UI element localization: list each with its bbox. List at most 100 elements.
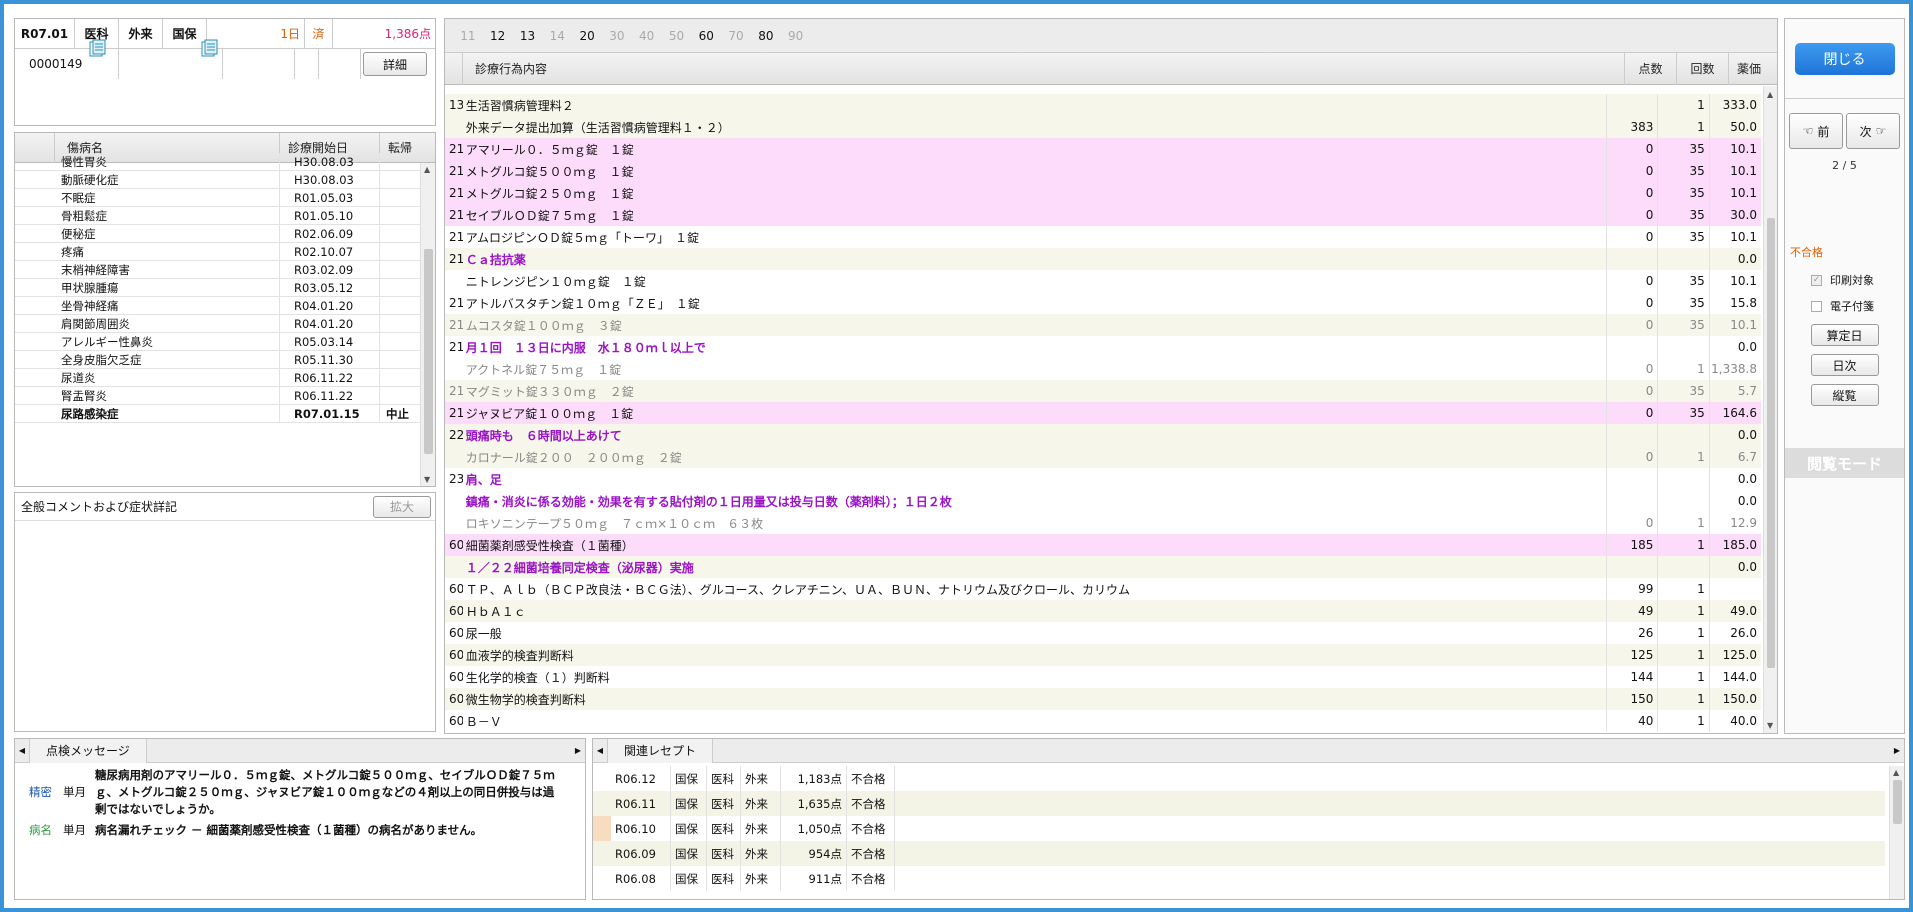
scroll-thumb[interactable]: [1893, 780, 1902, 824]
tab-scroll-right-icon[interactable]: ▶: [1890, 746, 1904, 755]
close-button[interactable]: 閉じる: [1794, 42, 1895, 75]
treatment-row[interactable]: 21 メトグルコ錠５００ｍｇ １錠 0 35 10.1: [445, 160, 1761, 182]
tab-12[interactable]: 12: [483, 29, 513, 43]
tab-messages[interactable]: 点検メッセージ: [29, 739, 147, 763]
tab-14[interactable]: 14: [542, 29, 572, 43]
tab-scroll-left-icon[interactable]: ◀: [15, 746, 29, 755]
next-button[interactable]: 次 ☞: [1846, 113, 1900, 149]
treatment-row[interactable]: 21 マグミット錠３３０ｍｇ ２錠 0 35 5.7: [445, 380, 1761, 402]
print-target-checkbox[interactable]: ✓: [1811, 274, 1822, 286]
tab-related[interactable]: 関連レセプト: [607, 739, 714, 763]
overview-button[interactable]: 縦覧: [1810, 384, 1879, 406]
tab-80[interactable]: 80: [751, 29, 781, 43]
disease-date: R06.11.22: [280, 386, 380, 405]
treatment-row[interactable]: 60 Ｂ－Ｖ 40 1 40.0: [445, 710, 1761, 732]
treatment-points: 40: [1607, 710, 1659, 732]
disease-row[interactable]: 全身皮脂欠乏症 R05.11.30: [15, 350, 420, 369]
scroll-thumb[interactable]: [1767, 218, 1775, 668]
tab-scroll-left-icon[interactable]: ◀: [593, 746, 607, 755]
disease-row[interactable]: 坐骨神経痛 R04.01.20: [15, 296, 420, 315]
disease-row[interactable]: アレルギー性鼻炎 R05.03.14: [15, 332, 420, 351]
treatment-row[interactable]: 21 アマリール０．５ｍｇ錠 １錠 0 35 10.1: [445, 138, 1761, 160]
col-count[interactable]: 回数: [1677, 52, 1729, 85]
treatment-row[interactable]: 21 ムコスタ錠１００ｍｇ ３錠 0 35 10.1: [445, 314, 1761, 336]
tab-60[interactable]: 60: [691, 29, 721, 43]
tab-20[interactable]: 20: [572, 29, 602, 43]
treatment-row[interactable]: 13 生活習慣病管理料２ 1 333.0: [445, 94, 1761, 116]
disease-row[interactable]: 尿道炎 R06.11.22: [15, 368, 420, 387]
treatment-row[interactable]: アクトネル錠７５ｍｇ １錠 0 1 1,338.8: [445, 358, 1761, 380]
scroll-up-icon[interactable]: ▲: [1767, 90, 1773, 99]
disease-row[interactable]: 不眠症 R01.05.03: [15, 188, 420, 207]
message-item[interactable]: 病名 単月 病名漏れチェック － 細菌薬剤感受性検査（１菌種）の病名がありません。: [15, 822, 585, 839]
disease-row[interactable]: 腎盂腎炎 R06.11.22: [15, 386, 420, 405]
treatment-row[interactable]: 外来データ提出加算（生活習慣病管理料１・２） 383 1 50.0: [445, 116, 1761, 138]
treatment-points: 0: [1607, 446, 1659, 468]
treatment-row[interactable]: １／２２細菌培養同定検査（泌尿器）実施 0.0: [445, 556, 1761, 578]
treatment-row[interactable]: カロナール錠２００ ２００ｍｇ ２錠 0 1 6.7: [445, 446, 1761, 468]
related-row[interactable]: R06.11 国保 医科 外来 1,635点 不合格: [593, 791, 1885, 816]
tab-50[interactable]: 50: [662, 29, 692, 43]
treatment-row[interactable]: 60 細菌薬剤感受性検査（１菌種） 185 1 185.0: [445, 534, 1761, 556]
col-treatment[interactable]: 診療行為内容: [463, 52, 1625, 85]
treatment-scrollbar[interactable]: ▲ ▼: [1763, 86, 1777, 733]
treatment-row[interactable]: 22 頭痛時も ６時間以上あけて 0.0: [445, 424, 1761, 446]
related-row[interactable]: R06.12 国保 医科 外来 1,183点 不合格: [593, 766, 1885, 791]
tab-70[interactable]: 70: [721, 29, 751, 43]
treatment-row[interactable]: 60 尿一般 26 1 26.0: [445, 622, 1761, 644]
col-price[interactable]: 薬価: [1729, 53, 1769, 85]
disease-row[interactable]: 疼痛 R02.10.07: [15, 242, 420, 261]
disease-row[interactable]: 尿路感染症 R07.01.15 中止: [15, 404, 420, 423]
treatment-row[interactable]: ニトレンジピン１０ｍｇ錠 １錠 0 35 10.1: [445, 270, 1761, 292]
treatment-row[interactable]: 60 血液学的検査判断料 125 1 125.0: [445, 644, 1761, 666]
treatment-row[interactable]: ロキソニンテープ５０ｍｇ ７ｃｍ×１０ｃｍ ６３枚 0 1 12.9: [445, 512, 1761, 534]
treatment-row[interactable]: 60 ＴＰ、Ａｌｂ（ＢＣＰ改良法・ＢＣＧ法）、グルコース、クレアチニン、ＵＡ、ＢＵ…: [445, 578, 1761, 600]
expand-button[interactable]: 拡大: [373, 495, 431, 518]
treatment-row[interactable]: 60 ＨｂＡ１ｃ 49 1 49.0: [445, 600, 1761, 622]
scroll-down-icon[interactable]: ▼: [1767, 721, 1773, 730]
disease-row[interactable]: 骨粗鬆症 R01.05.10: [15, 206, 420, 225]
tab-11[interactable]: 11: [453, 29, 483, 43]
disease-row[interactable]: 動脈硬化症 H30.08.03: [15, 170, 420, 189]
treatment-code: 60: [449, 626, 463, 640]
disease-row[interactable]: 肩関節周囲炎 R04.01.20: [15, 314, 420, 333]
treatment-row[interactable]: 21 月１回 １３日に内服 水１８０ｍｌ以上で 0.0: [445, 336, 1761, 358]
disease-row[interactable]: 甲状腺腫瘍 R03.05.12: [15, 278, 420, 297]
tab-40[interactable]: 40: [632, 29, 662, 43]
related-row[interactable]: R06.08 国保 医科 外来 911点 不合格: [593, 866, 1885, 891]
scroll-thumb[interactable]: [424, 249, 433, 454]
prev-button[interactable]: ☜ 前: [1789, 113, 1843, 149]
disease-scrollbar[interactable]: ▲ ▼: [420, 163, 435, 486]
message-item[interactable]: 精密 単月 糖尿病用剤のアマリール０．５ｍｇ錠、メトグルコ錠５００ｍｇ、セイブルＯＤ…: [15, 767, 585, 818]
treatment-row[interactable]: 21 メトグルコ錠２５０ｍｇ １錠 0 35 10.1: [445, 182, 1761, 204]
related-list: R06.12 国保 医科 外来 1,183点 不合格 R06.11 国保 医科 外来 1,635点不…: [593, 766, 1885, 891]
scroll-up-icon[interactable]: ▲: [424, 165, 430, 174]
treatment-row[interactable]: 60 微生物学的検査判断料 150 1 150.0: [445, 688, 1761, 710]
related-row[interactable]: R06.09 国保 医科 外来 954点 不合格: [593, 841, 1885, 866]
detail-button[interactable]: 詳細: [363, 52, 427, 76]
tab-scroll-right-icon[interactable]: ▶: [571, 746, 585, 755]
related-row[interactable]: R06.10 国保 医科 外来 1,050点 不合格: [593, 816, 1885, 841]
disease-row[interactable]: 末梢神経障害 R03.02.09: [15, 260, 420, 279]
treatment-row[interactable]: 21 アムロジピンＯＤ錠５ｍｇ「トーワ」 １錠 0 35 10.1: [445, 226, 1761, 248]
scroll-down-icon[interactable]: ▼: [424, 475, 430, 484]
treatment-row[interactable]: 21 セイブルＯＤ錠７５ｍｇ １錠 0 35 30.0: [445, 204, 1761, 226]
related-scrollbar[interactable]: ▲: [1889, 766, 1904, 899]
treatment-row[interactable]: 21 アトルバスタチン錠１０ｍｇ「ＺＥ」 １錠 0 35 15.8: [445, 292, 1761, 314]
scroll-up-icon[interactable]: ▲: [1893, 768, 1899, 777]
col-points[interactable]: 点数: [1625, 52, 1677, 85]
treatment-row[interactable]: 23 肩、足 0.0: [445, 468, 1761, 490]
treatment-row[interactable]: 60 生化学的検査（１）判断料 144 1 144.0: [445, 666, 1761, 688]
disease-row[interactable]: 便秘症 R02.06.09: [15, 224, 420, 243]
treatment-code: 60: [449, 604, 463, 618]
treatment-row[interactable]: 鎮痛・消炎に係る効能・効果を有する貼付剤の１日用量又は投与日数（薬剤料）；１日２…: [445, 490, 1761, 512]
treatment-list: 13 生活習慣病管理料２ 1 333.0 外来データ提出加算（生活習慣病管理料１・２） 3…: [445, 94, 1761, 732]
treatment-row[interactable]: 21 ジャヌビア錠１００ｍｇ １錠 0 35 164.6: [445, 402, 1761, 424]
electronic-tag-checkbox[interactable]: [1811, 300, 1822, 312]
treatment-row[interactable]: 21 Ｃａ拮抗薬 0.0: [445, 248, 1761, 270]
tab-30[interactable]: 30: [602, 29, 632, 43]
tab-90[interactable]: 90: [781, 29, 811, 43]
daily-button[interactable]: 日次: [1810, 354, 1879, 376]
tab-13[interactable]: 13: [513, 29, 543, 43]
calc-day-button[interactable]: 算定日: [1810, 324, 1879, 346]
